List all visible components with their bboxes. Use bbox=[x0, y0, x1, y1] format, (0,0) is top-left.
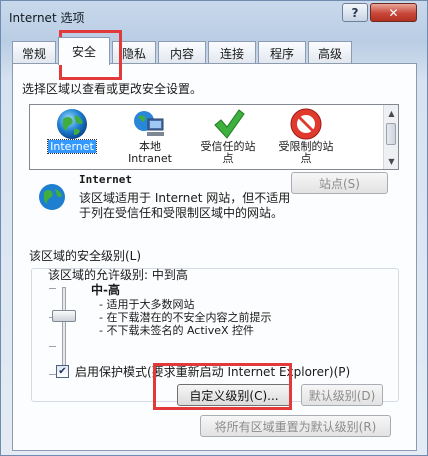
zone-local-intranet[interactable]: 本地 Intranet bbox=[108, 105, 192, 169]
tab-general[interactable]: 常规 bbox=[12, 41, 56, 64]
slider-tick bbox=[49, 346, 56, 347]
computer-globe-icon bbox=[134, 111, 164, 136]
tab-connections[interactable]: 连接 bbox=[208, 41, 256, 64]
close-button[interactable]: ✕ bbox=[370, 3, 417, 22]
security-level-description: - 适用于大多数网站 - 在下载潜在的不安全内容之前提示 - 不下载未签名的 A… bbox=[99, 298, 271, 337]
level-bullet: - 在下载潜在的不安全内容之前提示 bbox=[99, 311, 272, 324]
protected-mode-label: 启用保护模式(要求重新启动 Internet Explorer)(P) bbox=[75, 364, 351, 379]
tab-content[interactable]: 内容 bbox=[158, 41, 206, 64]
zone-description: 该区域适用于 Internet 网站，但不适用于列在受信任和受限制区域中的网站。 bbox=[79, 191, 291, 220]
tab-privacy[interactable]: 隐私 bbox=[112, 41, 156, 64]
tab-security[interactable]: 安全 bbox=[58, 37, 110, 65]
reset-all-zones-button[interactable]: 将所有区域重置为默认级别(R) bbox=[200, 415, 391, 437]
security-level-slider-thumb[interactable] bbox=[52, 310, 76, 323]
window-title: Internet 选项 bbox=[9, 11, 85, 25]
tab-advanced[interactable]: 高级 bbox=[308, 41, 352, 64]
default-level-button[interactable]: 默认级别(D) bbox=[301, 384, 383, 406]
zone-label-local-intranet: 本地 Intranet bbox=[128, 140, 172, 165]
zone-label-trusted-sites: 受信任的站 点 bbox=[200, 140, 256, 165]
protected-mode-row[interactable]: ✔ 启用保护模式(要求重新启动 Internet Explorer)(P) bbox=[56, 363, 350, 379]
zone-list: Internet 本地 Intranet 受信任的站 点 受限制的站 点 bbox=[29, 104, 399, 170]
level-bullet: - 不下载未签名的 ActiveX 控件 bbox=[99, 324, 255, 337]
internet-options-window: Internet 选项 ? ✕ 常规 安全 隐私 内容 连接 程序 高级 选择区… bbox=[0, 0, 428, 456]
scroll-up-arrow-icon[interactable]: ▲ bbox=[384, 105, 399, 121]
slider-tick bbox=[49, 374, 56, 375]
scroll-thumb[interactable] bbox=[386, 123, 396, 145]
level-bullet: - 适用于大多数网站 bbox=[99, 298, 195, 311]
scroll-down-arrow-icon[interactable]: ▼ bbox=[384, 153, 399, 169]
zone-scrollbar[interactable]: ▲ ▼ bbox=[383, 105, 398, 169]
help-button[interactable]: ? bbox=[342, 3, 368, 22]
zone-title: Internet bbox=[79, 173, 132, 186]
zone-prompt: 选择区域以查看或更改安全设置。 bbox=[22, 82, 203, 96]
custom-level-button[interactable]: 自定义级别(C)... bbox=[177, 384, 291, 406]
zone-internet[interactable]: Internet bbox=[30, 105, 114, 169]
title-bar: Internet 选项 ? ✕ bbox=[1, 1, 427, 33]
tab-programs[interactable]: 程序 bbox=[258, 41, 306, 64]
zone-restricted-sites[interactable]: 受限制的站 点 bbox=[264, 105, 348, 169]
zone-label-restricted-sites: 受限制的站 点 bbox=[278, 140, 334, 165]
zone-label-internet: Internet bbox=[47, 139, 97, 154]
security-level-name: 中-高 bbox=[91, 283, 120, 297]
sites-button[interactable]: 站点(S) bbox=[291, 172, 388, 194]
no-entry-icon bbox=[290, 108, 322, 140]
internet-zone-globe-icon bbox=[39, 184, 65, 210]
zone-trusted-sites[interactable]: 受信任的站 点 bbox=[186, 105, 270, 169]
checkmark-icon bbox=[214, 109, 245, 139]
security-level-slider-track[interactable] bbox=[62, 287, 66, 375]
slider-tick bbox=[49, 288, 56, 289]
security-level-group-label: 该区域的安全级别(L) bbox=[27, 247, 144, 264]
security-panel: 选择区域以查看或更改安全设置。 Internet 本地 Intranet 受信任… bbox=[12, 63, 417, 451]
globe-icon bbox=[57, 109, 87, 139]
protected-mode-checkbox[interactable]: ✔ bbox=[56, 364, 69, 378]
